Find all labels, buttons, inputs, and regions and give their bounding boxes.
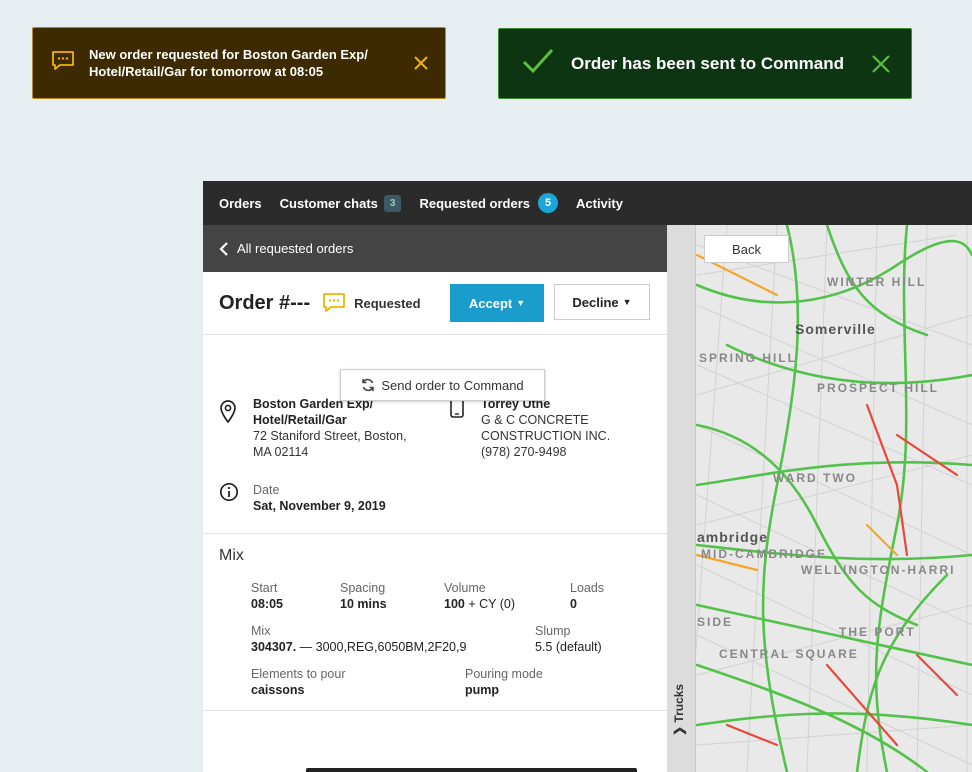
elements-label: Elements to pour [251,667,346,681]
volume-label: Volume [444,581,486,595]
contact-phone: (978) 270-9498 [481,445,567,459]
status-badge: Requested [354,295,421,311]
address-line2: MA 02114 [253,445,309,459]
loads-label: Loads [570,581,605,595]
map-label: WARD TWO [773,471,857,485]
order-panel: All requested orders Order #--- Requeste… [203,225,667,772]
nav-orders-label: Orders [219,195,262,211]
send-to-command-menu-item[interactable]: Send order to Command [340,369,545,401]
back-label: All requested orders [237,241,354,256]
map-label: THE PORT [839,625,916,639]
phone-icon [449,398,465,421]
mix-code: 304307. [251,640,297,654]
mix-title: Mix [219,547,244,564]
map-back-button[interactable]: Back [704,235,789,263]
chats-count-badge: 3 [383,194,402,212]
location-name-line2: Hotel/Retail/Gar [253,413,347,427]
map-label: SPRING HILL [699,351,798,365]
chat-bubble-icon [322,292,346,314]
volume-unit: + CY (0) [468,597,516,611]
decline-label: Decline [572,294,619,310]
address-line1: 72 Staniford Street, Boston, [253,429,407,443]
mix-code-label: Mix [251,624,271,638]
elements-value: caissons [251,683,305,697]
date-label: Date [253,483,280,497]
map-label: MID-CAMBRIDGE [701,547,827,561]
info-icon [219,482,239,505]
map-label: ambridge [697,529,769,545]
map-roads [667,225,972,772]
trucks-text: Trucks [672,683,686,723]
order-sent-toast: Order has been sent to Command [498,28,912,99]
bottom-edge-bar [306,768,637,772]
start-label: Start [251,581,278,595]
order-sent-toast-text: Order has been sent to Command [571,53,844,73]
chevron-right-icon: ❯ [672,725,686,736]
caret-down-icon: ▼ [516,298,526,308]
volume-value: 100 [444,597,465,611]
trucks-label: ❯ Trucks [672,676,686,736]
date-value: Sat, November 9, 2019 [253,499,386,513]
order-info-section: Boston Garden Exp/ Hotel/Retail/Gar 72 S… [203,396,667,534]
pouring-mode-label: Pouring mode [465,667,543,681]
trucks-drawer-handle[interactable]: ❯ Trucks [667,225,696,772]
nav-customer-chats-label: Customer chats [279,195,378,211]
accept-label: Accept [468,295,513,311]
nav-requested-orders-label: Requested orders [419,195,530,211]
top-nav: Orders Customer chats 3 Requested orders 5… [203,181,972,225]
back-to-requested-orders[interactable]: All requested orders [203,225,667,272]
order-title-bar: Order #--- Requested Accept ▼ Decline ▼ [203,272,667,335]
caret-down-icon: ▼ [622,297,632,307]
map-view[interactable]: ❯ Trucks Back WINTER HILL Somerville SPR… [667,225,972,772]
mix-section: Mix Start 08:05 Spacing 10 mins Volume 100 … [203,534,667,711]
map-label: CENTRAL SQUARE [719,647,859,661]
nav-orders[interactable]: Orders [219,196,262,211]
refresh-icon [361,378,375,392]
location-pin-icon [219,400,237,427]
slump-value: 5.5 (default) [535,640,602,654]
decline-button[interactable]: Decline ▼ [554,284,650,320]
nav-activity[interactable]: Activity [576,196,623,211]
pouring-mode-value: pump [465,683,500,697]
slump-label: Slump [535,624,571,638]
start-value: 08:05 [251,597,283,611]
map-label: PROSPECT HILL [817,381,940,395]
new-order-toast-text: New order requested for Boston Garden Ex… [89,47,368,79]
nav-customer-chats[interactable]: Customer chats 3 [279,194,402,212]
map-label: WINTER HILL [827,275,927,289]
accept-button[interactable]: Accept ▼ [450,284,544,322]
close-icon[interactable] [871,54,891,74]
mix-description: — 3000,REG,6050BM,2F20,9 [299,640,467,654]
map-label: SIDE [697,615,734,629]
map-label: WELLINGTON-HARRI [801,563,956,577]
loads-value: 0 [570,597,577,611]
new-order-toast: New order requested for Boston Garden Ex… [32,27,446,99]
map-label: Somerville [795,321,876,337]
company-line1: G & C CONCRETE [481,413,589,427]
close-icon[interactable] [413,55,429,71]
send-to-command-label: Send order to Command [381,377,524,393]
nav-requested-orders[interactable]: Requested orders 5 [419,193,558,213]
page-title: Order #--- [219,291,311,314]
checkmark-icon [521,47,555,80]
company-line2: CONSTRUCTION INC. [481,429,611,443]
map-back-label: Back [732,241,761,257]
app-window: Orders Customer chats 3 Requested orders 5… [203,181,972,772]
spacing-value: 10 mins [340,597,387,611]
requested-count-badge: 5 [538,193,558,213]
chat-bubble-icon [51,50,75,77]
nav-activity-label: Activity [576,195,623,211]
spacing-label: Spacing [340,581,386,595]
chevron-left-icon [219,241,229,256]
